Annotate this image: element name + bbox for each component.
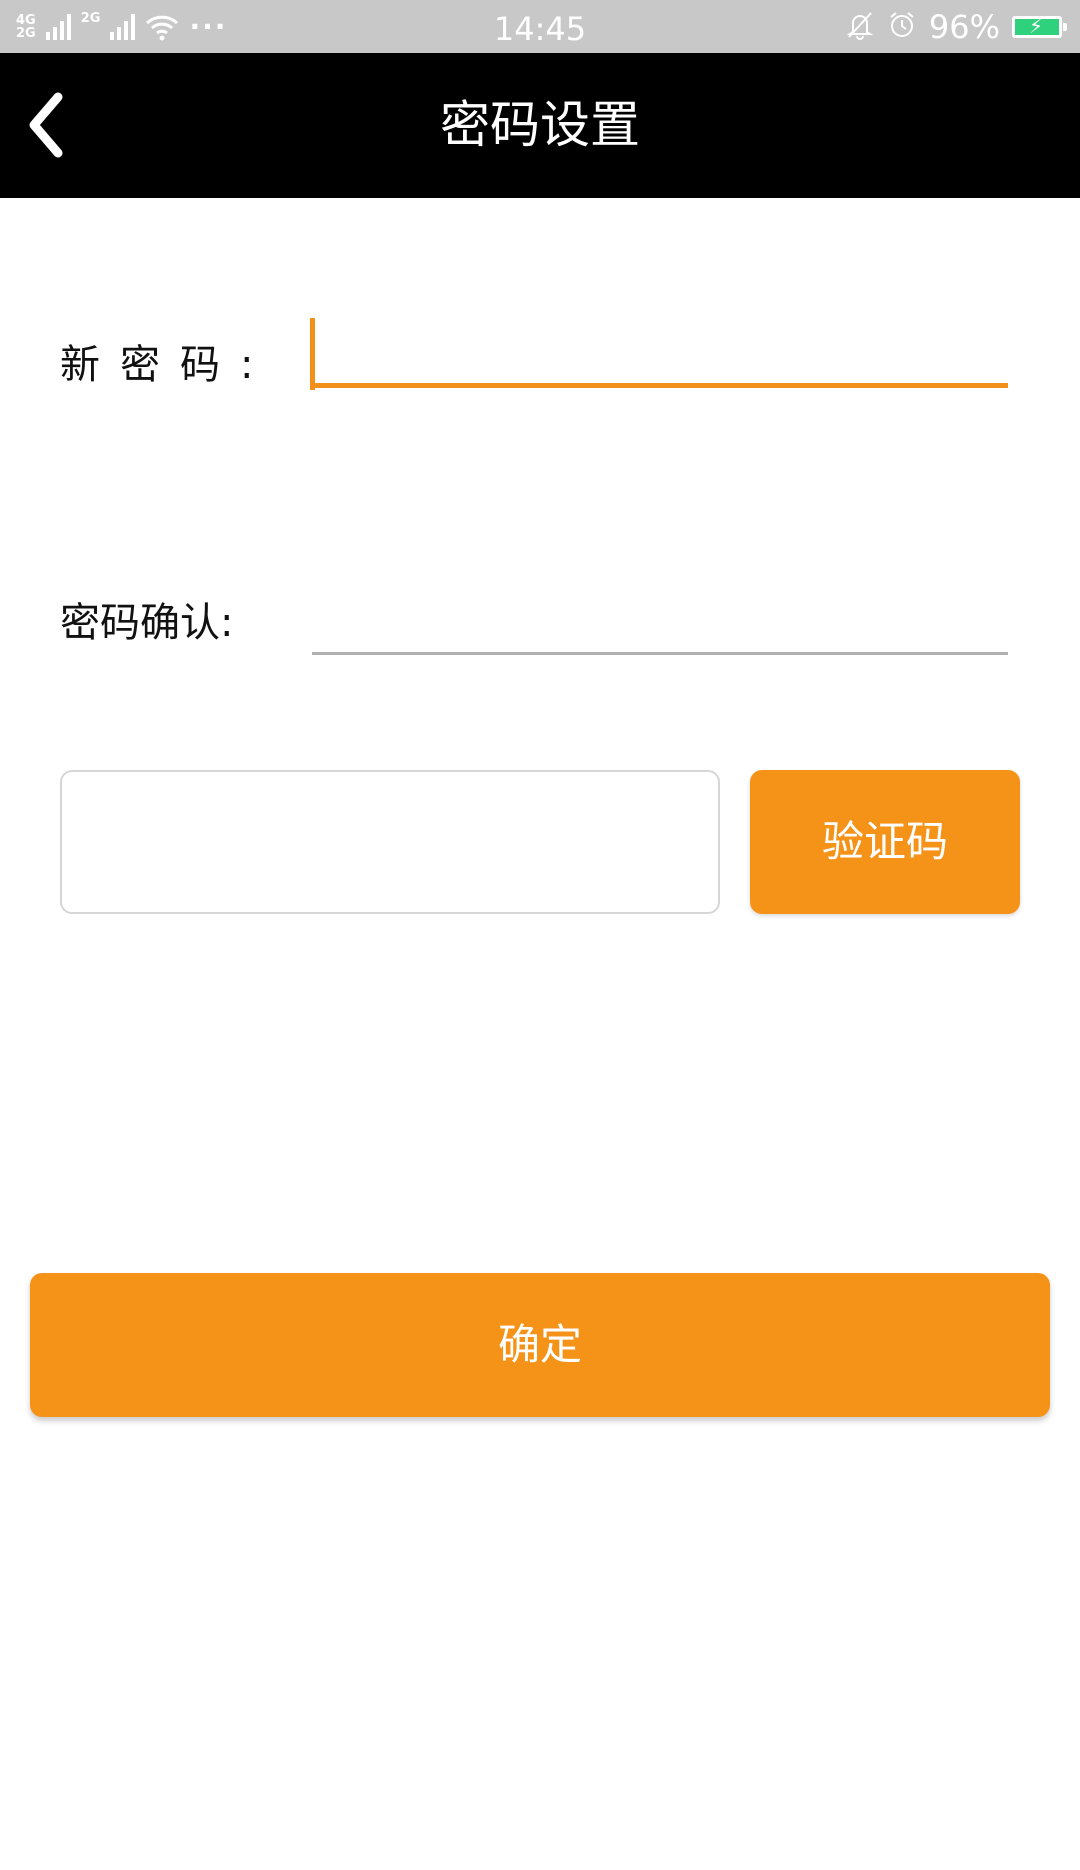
mute-bell-icon <box>845 10 875 44</box>
verification-code-input[interactable] <box>60 770 720 914</box>
text-cursor <box>310 318 315 390</box>
new-password-input[interactable] <box>312 318 1008 388</box>
new-password-label: 新密码: <box>60 342 274 388</box>
confirm-password-label: 密码确认: <box>60 600 234 646</box>
password-settings-screen: 4G 2G 2G ··· 14:45 96% ⚡ 密码设置 新密码: 密码确认:… <box>0 0 1080 1870</box>
confirm-password-input[interactable] <box>312 585 1008 655</box>
get-verification-code-button[interactable]: 验证码 <box>750 770 1020 914</box>
battery-charging-icon: ⚡ <box>1012 15 1067 38</box>
battery-percent: 96% <box>928 7 1000 46</box>
page-title: 密码设置 <box>440 96 640 154</box>
status-right: 96% ⚡ <box>845 0 1067 53</box>
title-bar: 密码设置 <box>0 53 1080 198</box>
status-bar: 4G 2G 2G ··· 14:45 96% ⚡ <box>0 0 1080 53</box>
confirm-button[interactable]: 确定 <box>30 1273 1050 1417</box>
alarm-icon <box>887 10 917 44</box>
